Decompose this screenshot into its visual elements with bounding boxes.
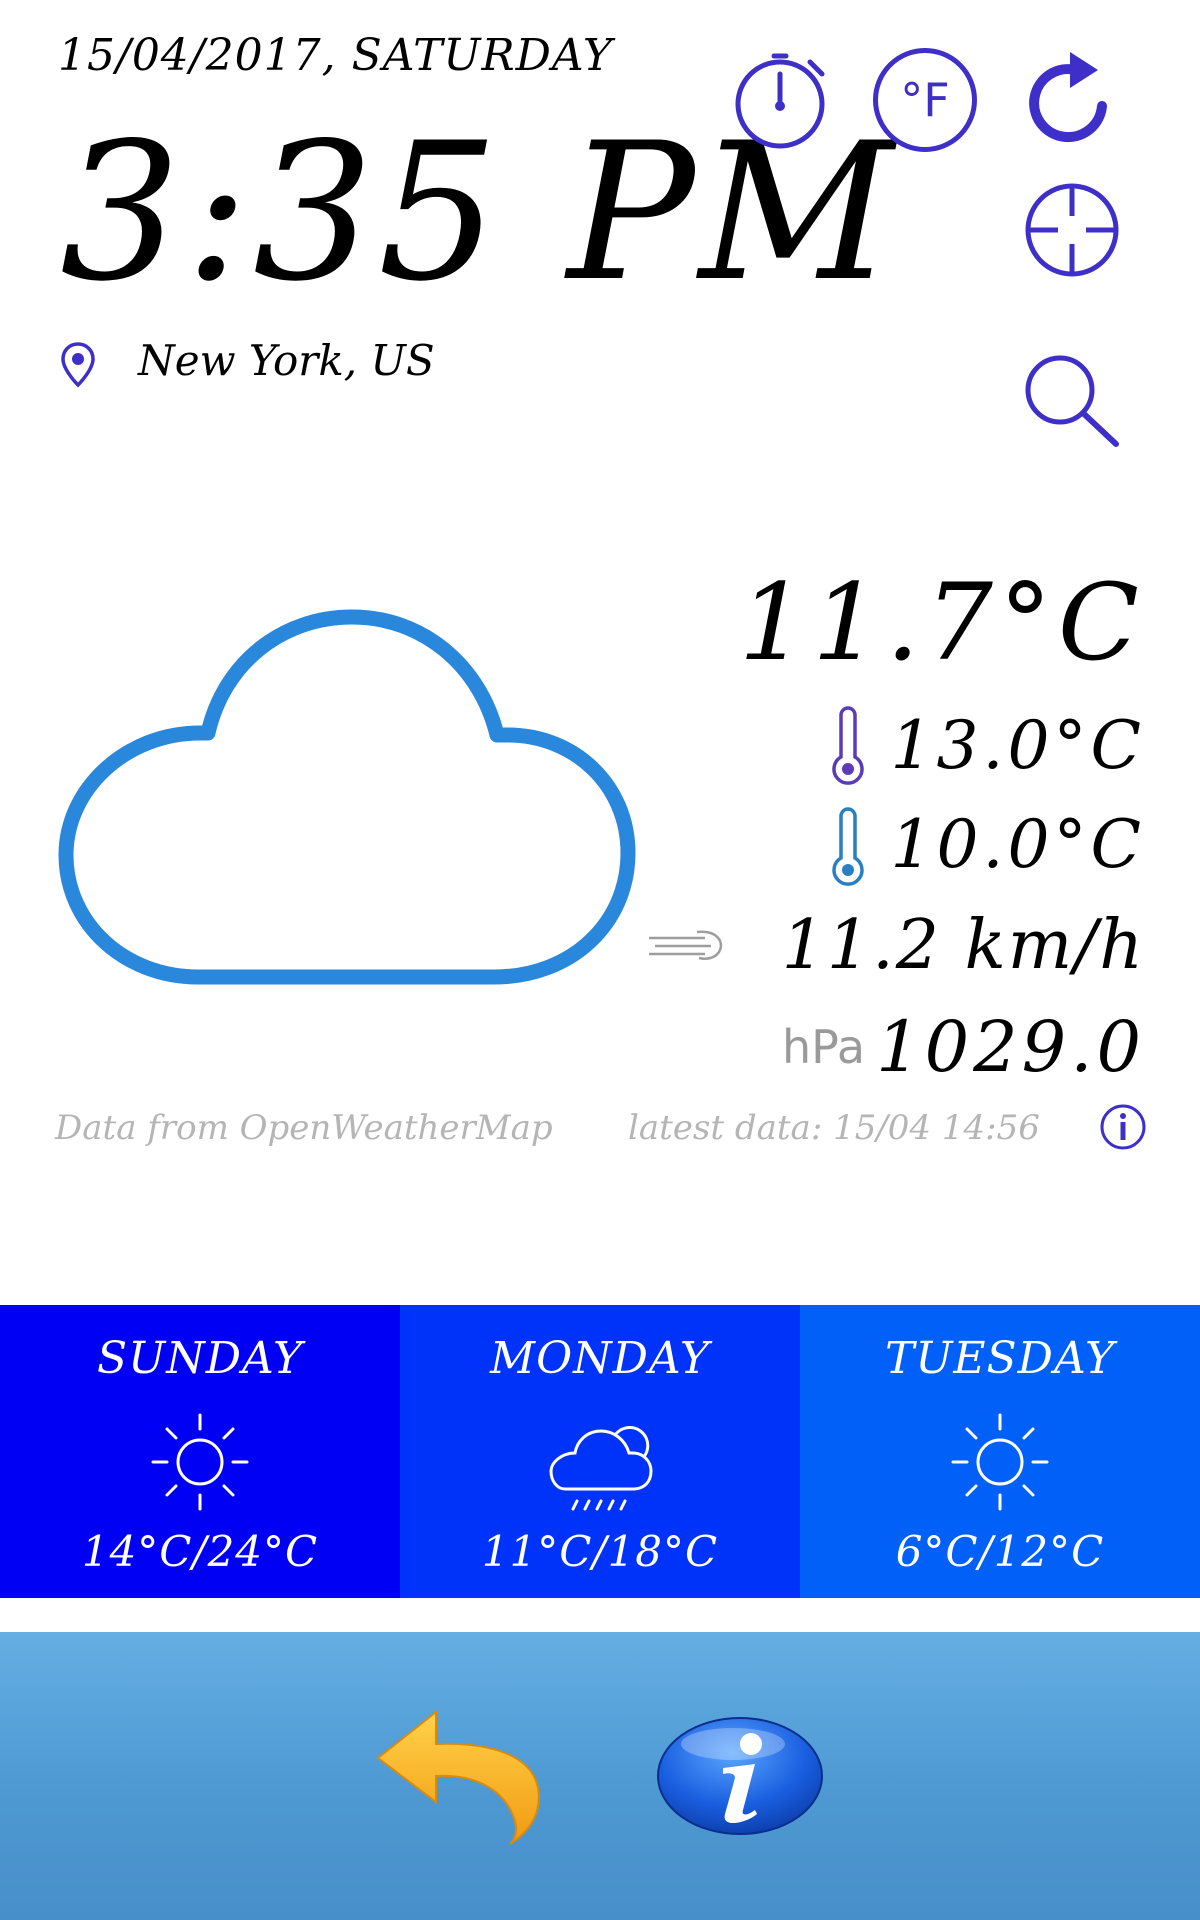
fahrenheit-icon[interactable]: °F — [873, 48, 977, 152]
stopwatch-icon[interactable] — [730, 48, 834, 152]
crosshair-icon[interactable] — [1020, 178, 1124, 282]
forecast-temp-range: 6°C/12°C — [895, 1527, 1105, 1576]
forecast-strip: SUNDAY 14°C/24°C MONDAY 11°C/18°C TUESDA… — [0, 1305, 1200, 1598]
max-temperature: 13.0°C — [890, 707, 1145, 784]
search-icon[interactable] — [1018, 348, 1122, 452]
forecast-day-monday[interactable]: MONDAY 11°C/18°C — [400, 1305, 800, 1598]
forecast-day-name: MONDAY — [490, 1333, 710, 1384]
location-pin-icon — [61, 342, 95, 388]
thermometer-max-icon — [832, 706, 864, 785]
forecast-day-name: SUNDAY — [96, 1333, 304, 1384]
forecast-day-sunday[interactable]: SUNDAY 14°C/24°C — [0, 1305, 400, 1598]
sun-icon — [951, 1413, 1049, 1511]
rain-cloud-icon — [549, 1426, 653, 1511]
forecast-temp-range: 11°C/18°C — [481, 1527, 719, 1576]
forecast-day-name: TUESDAY — [884, 1333, 1115, 1384]
pressure-value: 1029.0 — [876, 1006, 1145, 1088]
bottom-bar — [0, 1632, 1200, 1920]
wind-icon — [649, 930, 723, 960]
thermometer-min-icon — [832, 807, 864, 886]
wind-speed: 11.2 km/h — [781, 906, 1145, 985]
back-arrow-icon[interactable] — [372, 1706, 548, 1846]
date-label: 15/04/2017, SATURDAY — [58, 30, 613, 81]
current-temperature: 11.7°C — [738, 561, 1145, 684]
sun-icon — [151, 1413, 249, 1511]
forecast-day-tuesday[interactable]: TUESDAY 6°C/12°C — [800, 1305, 1200, 1598]
pressure-unit-label: hPa — [782, 1020, 866, 1074]
refresh-icon[interactable] — [1020, 48, 1124, 152]
fahrenheit-label: °F — [900, 73, 950, 127]
min-temperature: 10.0°C — [890, 806, 1145, 883]
info-icon[interactable] — [1098, 1102, 1148, 1152]
latest-data-label: latest data: 15/04 14:56 — [628, 1108, 1040, 1148]
info-icon[interactable] — [655, 1714, 825, 1838]
location-label[interactable]: New York, US — [138, 336, 435, 385]
cloud-icon — [58, 609, 636, 985]
data-source-label: Data from OpenWeatherMap — [55, 1108, 553, 1148]
forecast-temp-range: 14°C/24°C — [81, 1527, 319, 1576]
